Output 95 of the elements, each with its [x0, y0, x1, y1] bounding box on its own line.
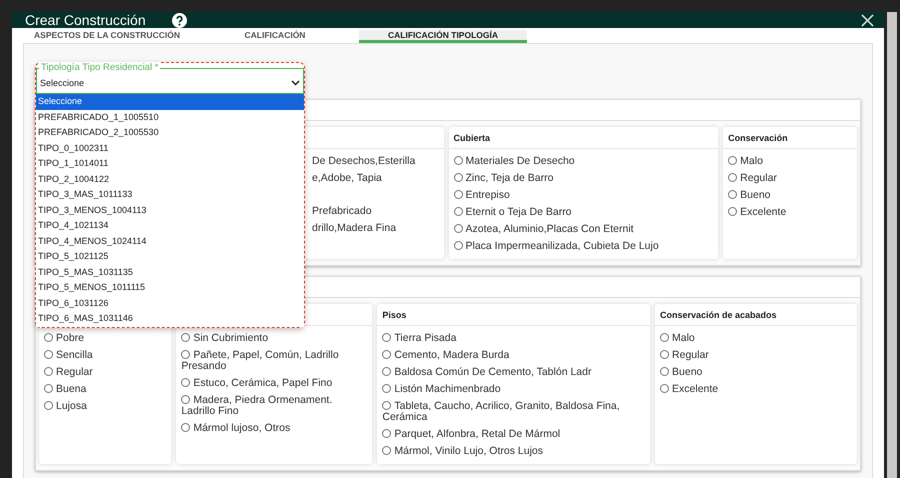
radio-button[interactable]: [454, 173, 462, 182]
radio-button[interactable]: [728, 173, 738, 182]
radio-button[interactable]: [382, 446, 392, 455]
dropdown-option[interactable]: Seleccione: [36, 94, 304, 110]
card-title: Conservación de acabados: [660, 310, 777, 320]
radio-button[interactable]: [454, 156, 462, 165]
dropdown-option[interactable]: PREFABRICADO_2_1005530: [36, 125, 304, 140]
radio-option[interactable]: Materiales De Desecho: [454, 153, 714, 170]
radio-option[interactable]: Malo: [728, 153, 852, 170]
radio-option[interactable]: Sin Cubrimiento: [181, 330, 368, 347]
radio-button[interactable]: [728, 156, 738, 165]
radio-option[interactable]: Zinc, Teja de Barro: [454, 170, 714, 187]
window-title: Crear Construcción: [25, 12, 146, 28]
dropdown-option[interactable]: TIPO_4_MENOS_1024114: [36, 234, 304, 249]
radio-button[interactable]: [660, 333, 670, 342]
dropdown-option[interactable]: TIPO_3_MENOS_1004113: [36, 202, 304, 218]
dropdown-option[interactable]: PREFABRICADO_1_1005510: [36, 110, 304, 125]
radio-button[interactable]: [660, 384, 670, 393]
dropdown-option[interactable]: TIPO_5_MAS_1031135: [36, 264, 304, 280]
radio-option[interactable]: Buena: [44, 381, 166, 398]
radio-button[interactable]: [454, 207, 462, 216]
radio-button[interactable]: [382, 429, 392, 438]
dropdown-option[interactable]: TIPO_6_1031126: [36, 296, 304, 311]
scrollbar[interactable]: [887, 12, 897, 478]
option-label: drillo,Madera Fina: [312, 222, 396, 234]
radio-button[interactable]: [44, 384, 53, 393]
radio-option[interactable]: Tableta, Caucho, Acrilico, Granito, Baldosa Fina, Cerámica: [382, 398, 646, 426]
close-icon[interactable]: [861, 14, 874, 26]
radio-option[interactable]: Baldosa Común De Cemento, Tablón Ladr: [382, 364, 646, 381]
radio-option[interactable]: Parquet, Alfonbra, Retal De Mármol: [382, 426, 646, 443]
radio-button[interactable]: [181, 333, 190, 342]
radio-option[interactable]: Pobre: [44, 330, 166, 347]
radio-button[interactable]: [44, 333, 53, 342]
radio-button[interactable]: [454, 190, 462, 199]
radio-button[interactable]: [454, 241, 462, 250]
dropdown-option[interactable]: TIPO_2_1004122: [36, 172, 304, 187]
radio-button[interactable]: [728, 207, 738, 216]
radio-option[interactable]: Bueno: [728, 187, 852, 204]
radio-option[interactable]: Entrepiso: [454, 187, 714, 204]
dropdown-option[interactable]: TIPO_0_1002311: [36, 140, 304, 156]
radio-button[interactable]: [44, 350, 53, 359]
radio-option[interactable]: Mármol lujoso, Otros: [181, 420, 368, 437]
radio-option[interactable]: Placa Impermeanilizada, Cubieta De Lujo: [454, 238, 714, 255]
radio-option[interactable]: Bueno: [660, 364, 852, 381]
tab[interactable]: CALIFICACIÓN: [191, 30, 359, 43]
card-title: Conservación: [728, 132, 788, 142]
radio-option[interactable]: Regular: [728, 170, 852, 187]
tab[interactable]: CALIFICACIÓN TIPOLOGÍA: [359, 30, 527, 43]
radio-option[interactable]: Malo: [660, 330, 852, 347]
dropdown-option[interactable]: TIPO_5_MENOS_1011115: [36, 280, 304, 296]
radio-option[interactable]: Eternit o Teja De Barro: [454, 204, 714, 221]
radio-option[interactable]: Lujosa: [44, 398, 166, 415]
radio-option[interactable]: Pañete, Papel, Común, Ladrillo Presando: [181, 347, 368, 375]
option-label: e,Adobe, Tapia: [312, 172, 382, 184]
field-label: Tipología Tipo Residencial *: [39, 62, 160, 74]
dropdown-option[interactable]: TIPO_5_1021125: [36, 249, 304, 264]
dropdown-option[interactable]: TIPO_1_1014011: [36, 156, 304, 172]
radio-button[interactable]: [660, 350, 670, 359]
dropdown-option[interactable]: TIPO_6_MAS_1031146: [36, 311, 304, 326]
radio-button[interactable]: [44, 401, 53, 410]
chevron-down-icon: [291, 80, 300, 86]
radio-option[interactable]: Regular: [660, 347, 852, 364]
radio-button[interactable]: [181, 423, 190, 432]
dropdown-option[interactable]: TIPO_3_MAS_1011133: [36, 187, 304, 202]
radio-button[interactable]: [660, 367, 670, 376]
radio-button[interactable]: [382, 350, 392, 359]
card-title: Pisos: [382, 310, 406, 320]
card-title: Cubierta: [454, 132, 490, 142]
radio-option[interactable]: Listón Machimenbrado: [382, 381, 646, 398]
radio-button[interactable]: [382, 384, 392, 393]
select-value: Seleccione: [40, 78, 84, 88]
help-icon[interactable]: [172, 12, 187, 28]
option-label: Prefabricado: [312, 205, 372, 217]
radio-option[interactable]: Excelente: [728, 204, 852, 221]
radio-option[interactable]: Sencilla: [44, 347, 166, 364]
radio-option[interactable]: Cemento, Madera Burda: [382, 347, 646, 364]
radio-option[interactable]: Madera, Piedra Ormenament. Ladrillo Fino: [181, 392, 368, 420]
radio-option[interactable]: Regular: [44, 364, 166, 381]
radio-option[interactable]: Estuco, Cerámica, Papel Fino: [181, 375, 368, 392]
radio-option[interactable]: Tierra Pisada: [382, 330, 646, 347]
radio-button[interactable]: [728, 190, 738, 199]
radio-button[interactable]: [382, 367, 392, 376]
radio-button[interactable]: [382, 333, 392, 342]
radio-option[interactable]: Mármol, Vinilo Lujo, Otros Lujos: [382, 443, 646, 460]
dropdown-option[interactable]: TIPO_4_1021134: [36, 218, 304, 234]
radio-button[interactable]: [181, 350, 190, 359]
radio-button[interactable]: [382, 401, 392, 410]
radio-button[interactable]: [44, 367, 53, 376]
radio-option[interactable]: Excelente: [660, 381, 852, 398]
tab[interactable]: ASPECTOS DE LA CONSTRUCCIÓN: [23, 30, 191, 43]
radio-button[interactable]: [181, 395, 190, 404]
radio-button[interactable]: [181, 378, 190, 387]
radio-button[interactable]: [454, 224, 462, 233]
radio-option[interactable]: Azotea, Aluminio,Placas Con Eternit: [454, 221, 714, 238]
option-label: De Desechos,Esterilla: [312, 155, 416, 167]
